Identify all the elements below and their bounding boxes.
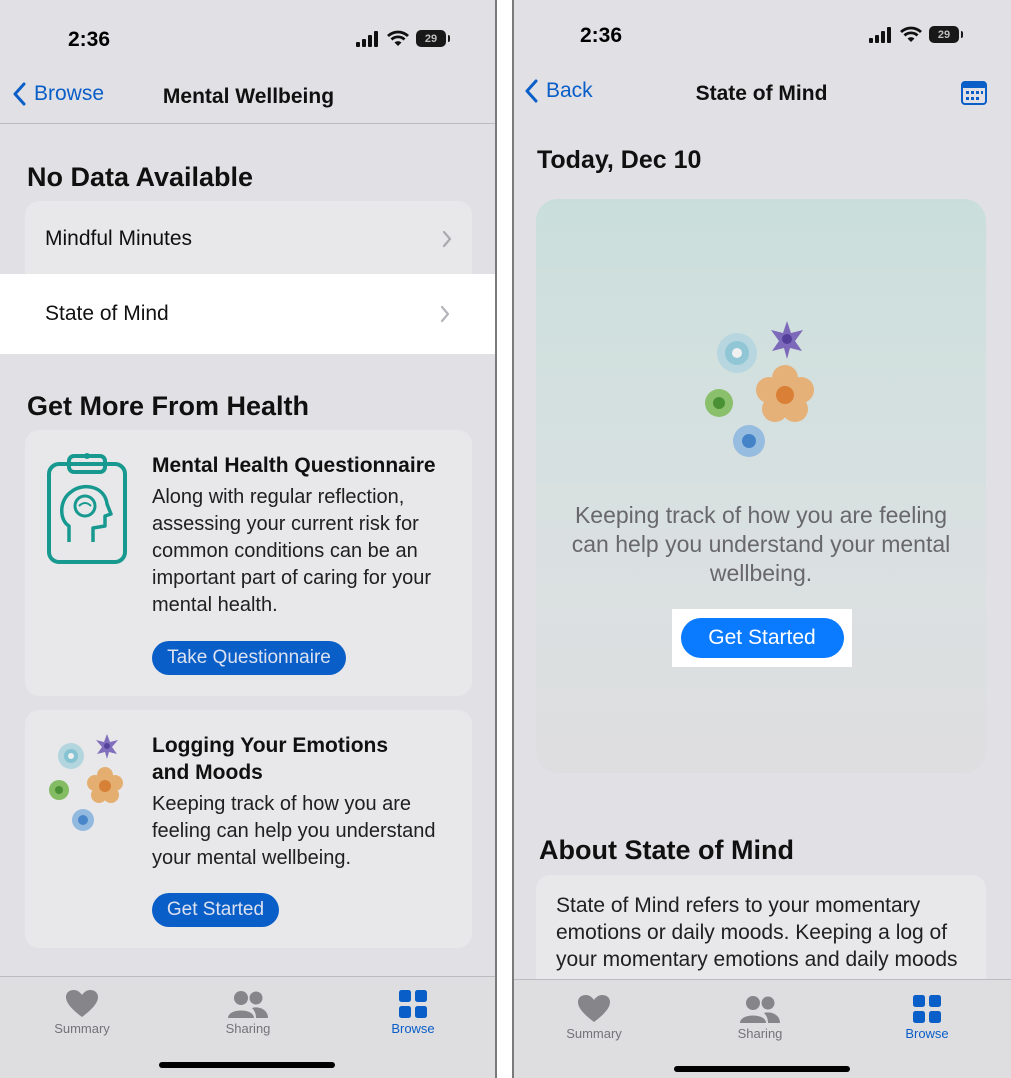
status-bar: 2:36 29 xyxy=(512,0,1011,70)
no-data-heading: No Data Available xyxy=(27,162,254,192)
row-label: State of Mind xyxy=(45,302,169,325)
card-body: Keeping track of how you are feeling can… xyxy=(152,793,436,869)
tab-browse[interactable]: Browse xyxy=(368,987,458,1036)
heart-icon xyxy=(66,990,98,1017)
tab-label: Sharing xyxy=(225,1021,271,1036)
row-label: Mindful Minutes xyxy=(45,227,193,250)
about-heading: About State of Mind xyxy=(539,835,794,865)
home-indicator[interactable] xyxy=(673,1066,850,1072)
page-title: Mental Wellbeing xyxy=(162,85,335,108)
battery-icon: 29 xyxy=(929,26,963,43)
status-time: 2:36 xyxy=(68,28,111,51)
list-item-state-of-mind[interactable]: State of Mind xyxy=(45,296,450,332)
nav-divider xyxy=(0,123,497,124)
people-icon xyxy=(740,996,780,1023)
more-heading: Get More From Health xyxy=(27,391,310,421)
status-icons: 29 xyxy=(356,30,450,47)
tab-label: Sharing xyxy=(737,1026,783,1041)
highlight-row: State of Mind xyxy=(0,274,495,354)
people-icon xyxy=(228,991,268,1018)
tab-browse[interactable]: Browse xyxy=(882,992,972,1041)
left-screen: 2:36 29 Browse Mental Wellbeing No Data … xyxy=(0,0,497,1078)
clipboard-brain-icon xyxy=(47,453,127,564)
chevron-right-icon xyxy=(442,230,452,248)
battery-icon: 29 xyxy=(416,30,450,47)
tab-label: Summary xyxy=(566,1026,622,1041)
card-title: Mental Health Questionnaire xyxy=(152,454,436,477)
tab-label: Summary xyxy=(54,1021,110,1036)
home-indicator[interactable] xyxy=(158,1062,335,1068)
get-started-button[interactable]: Get Started xyxy=(152,893,279,927)
get-started-button[interactable]: Get Started xyxy=(680,618,844,658)
tab-sharing[interactable]: Sharing xyxy=(203,987,293,1036)
page-title: State of Mind xyxy=(695,82,828,105)
tab-label: Browse xyxy=(391,1021,435,1036)
card-body: Along with regular reflection, assessing… xyxy=(152,486,432,616)
heart-icon xyxy=(578,995,610,1022)
flowers-icon xyxy=(705,321,814,457)
signal-icon xyxy=(869,26,891,43)
questionnaire-card: Mental Health Questionnaire Along with r… xyxy=(25,430,472,696)
card-title: Logging Your Emotions and Moods xyxy=(152,734,389,784)
right-screen: 2:36 29 Back State of Mind Today, Dec 10… xyxy=(512,0,1011,1078)
emotions-card: Logging Your Emotions and Moods Keeping … xyxy=(25,710,472,948)
chevron-right-icon xyxy=(440,305,450,323)
wifi-icon xyxy=(387,30,409,46)
nav-bar: Back State of Mind xyxy=(512,69,1011,119)
calendar-icon[interactable] xyxy=(961,80,987,105)
wifi-icon xyxy=(900,26,922,42)
nav-bar: Browse Mental Wellbeing xyxy=(0,72,497,122)
flowers-icon xyxy=(49,734,123,831)
tab-sharing[interactable]: Sharing xyxy=(715,992,805,1041)
highlight-box: Get Started xyxy=(672,609,852,667)
screen-edge xyxy=(495,0,497,1078)
grid-icon xyxy=(913,995,941,1023)
tab-summary[interactable]: Summary xyxy=(37,987,127,1036)
status-bar: 2:36 29 xyxy=(0,0,497,70)
tab-bar: Summary Sharing Browse xyxy=(512,979,1011,1078)
take-questionnaire-button[interactable]: Take Questionnaire xyxy=(152,641,346,675)
tab-label: Browse xyxy=(905,1026,949,1041)
grid-icon xyxy=(399,990,427,1018)
status-time: 2:36 xyxy=(580,24,623,47)
list-item-mindful-minutes[interactable]: Mindful Minutes xyxy=(45,221,452,257)
signal-icon xyxy=(356,30,378,47)
date-heading: Today, Dec 10 xyxy=(537,146,702,174)
tab-bar: Summary Sharing Browse xyxy=(0,976,497,1078)
screenshot-divider xyxy=(497,0,512,1078)
screen-edge xyxy=(512,0,514,1078)
hero-description: Keeping track of how you are feeling can… xyxy=(571,502,951,586)
tab-summary[interactable]: Summary xyxy=(549,992,639,1041)
about-body: State of Mind refers to your momentary e… xyxy=(556,894,958,971)
status-icons: 29 xyxy=(869,26,963,43)
state-of-mind-hero: Keeping track of how you are feeling can… xyxy=(536,199,986,773)
